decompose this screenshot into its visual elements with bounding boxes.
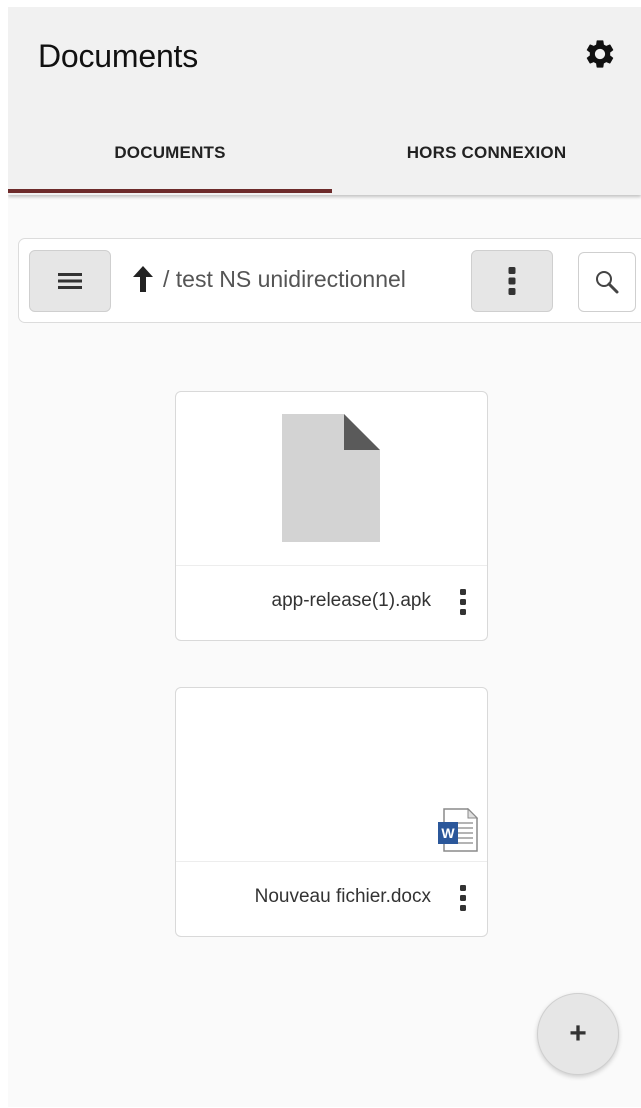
tab-documents-label: DOCUMENTS — [114, 143, 226, 162]
app-bar: Documents DOCUMENTS HORS CONNEXION — [8, 7, 641, 195]
file-card[interactable]: app-release(1).apk — [175, 391, 488, 641]
vertical-dots-icon — [459, 885, 466, 911]
file-card-footer: app-release(1).apk — [176, 566, 487, 640]
settings-button[interactable] — [580, 34, 620, 74]
vertical-dots-icon — [459, 589, 466, 615]
file-name: Nouveau fichier.docx — [254, 886, 431, 907]
folder-options-button[interactable] — [471, 250, 553, 312]
tab-hors-connexion[interactable]: HORS CONNEXION — [332, 123, 641, 195]
file-card-footer: Nouveau fichier.docx — [176, 862, 487, 936]
vertical-dots-icon — [508, 267, 516, 295]
page-title: Documents — [38, 38, 199, 74]
documents-screen: Documents DOCUMENTS HORS CONNEXION / tes… — [8, 7, 641, 1107]
tab-selected-indicator — [8, 189, 332, 193]
add-button[interactable]: + — [537, 993, 619, 1075]
breadcrumb[interactable]: / test NS unidirectionnel — [131, 264, 406, 294]
breadcrumb-path: / test NS unidirectionnel — [163, 265, 406, 292]
arrow-up-icon[interactable] — [131, 264, 155, 294]
file-preview: W — [176, 688, 487, 862]
search-icon — [596, 271, 619, 294]
generic-file-icon — [282, 414, 380, 542]
tab-documents[interactable]: DOCUMENTS — [8, 123, 332, 195]
file-options-button[interactable] — [452, 882, 474, 914]
file-preview — [176, 392, 487, 566]
file-options-button[interactable] — [452, 586, 474, 618]
file-name: app-release(1).apk — [271, 590, 431, 611]
menu-button[interactable] — [29, 250, 111, 312]
svg-text:W: W — [441, 825, 455, 841]
gear-icon — [586, 40, 614, 68]
folder-toolbar: / test NS unidirectionnel — [18, 238, 641, 323]
tab-hors-connexion-label: HORS CONNEXION — [406, 143, 567, 162]
search-button[interactable] — [578, 252, 636, 312]
hamburger-menu-icon — [58, 273, 82, 289]
word-document-icon: W — [438, 808, 478, 852]
file-card[interactable]: W Nouveau fichier.docx — [175, 687, 488, 937]
